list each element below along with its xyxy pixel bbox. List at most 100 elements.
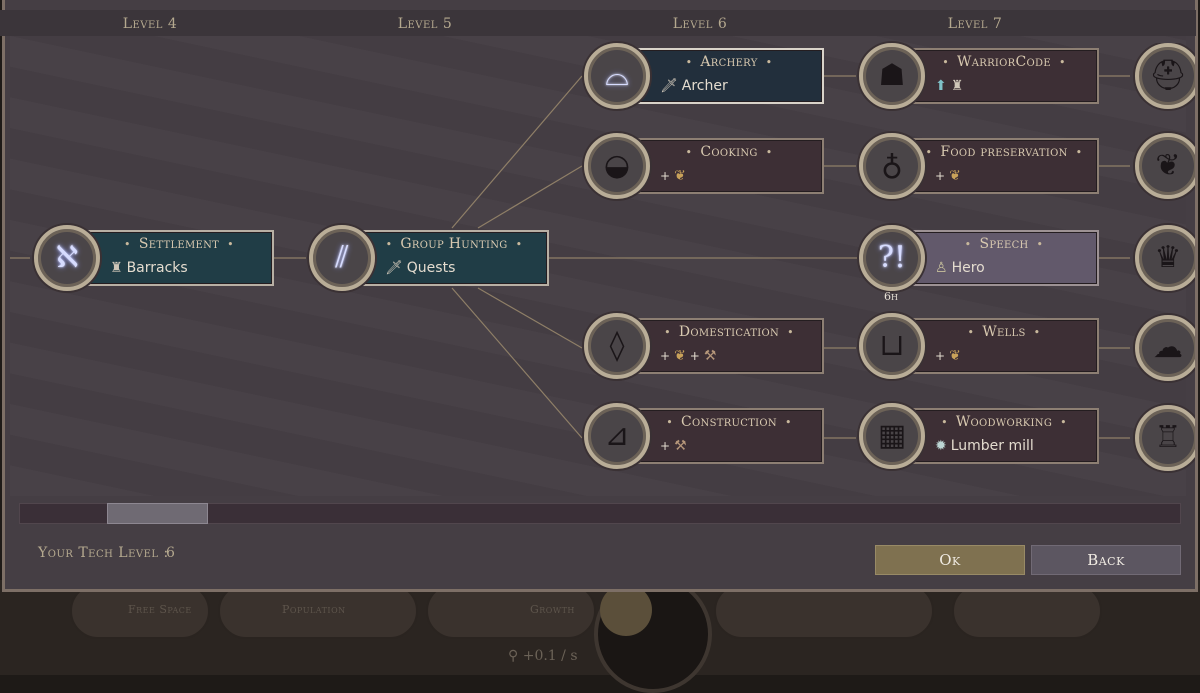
tech-node-badge: ♁ (859, 133, 925, 199)
tech-reward-label: Lumber mill (950, 438, 1034, 454)
tech-title: WarriorCode (915, 54, 1093, 70)
tech-node-archery[interactable]: ⌓ Archery 🗡Archer (584, 43, 824, 109)
tech-reward: ⬆ ♜ (935, 78, 963, 94)
tech-reward: + ⚒ (660, 438, 687, 454)
hud-growth-label: Growth (530, 603, 575, 616)
tech-reward: ♜ Barracks (110, 260, 188, 276)
tech-node-badge: ▦ (859, 403, 925, 469)
tech-reward-label: Quests (406, 260, 456, 276)
ok-button[interactable]: Ok (875, 545, 1025, 575)
tech-reward-label: Archer (681, 78, 728, 94)
tech-node-cooking[interactable]: ◒ Cooking +❦ (584, 133, 824, 199)
amphora-icon: ♁ (881, 148, 903, 183)
tech-title: Group Hunting (365, 236, 543, 252)
upgrade-arrow-icon: ⬆ (935, 78, 947, 94)
sword-icon: 🗡 (385, 260, 403, 276)
tech-node-food-preservation[interactable]: ♁ Food preservation +❦ (859, 133, 1099, 199)
tech-node-settlement[interactable]: ℵ Settlement ♜Barracks (34, 225, 274, 291)
tools-icon: ⚒ (674, 438, 687, 454)
animal-icon: ◊ (609, 328, 625, 363)
tools-icon: ⚒ (703, 348, 717, 364)
grain-icon: ❦ (949, 168, 961, 184)
speech-icon: ?! (877, 240, 907, 275)
tech-reward-plus: + (935, 349, 946, 363)
tech-node-badge: ℵ (34, 225, 100, 291)
well-icon: ⊔ (879, 328, 905, 363)
tech-title: Wells (915, 324, 1093, 340)
tech-node-badge: ?! (859, 225, 925, 291)
level-4-label: Level 4 (122, 16, 178, 32)
tech-title: Cooking (640, 144, 818, 160)
tech-node-badge: ⌓ (584, 43, 650, 109)
tech-node-construction[interactable]: ⊿ Construction +⚒ (584, 403, 824, 469)
grain-icon: ❦ (674, 348, 686, 364)
gear-icon: ✹ (935, 438, 947, 454)
tech-reward-plus: + (660, 169, 671, 183)
horizontal-scrollbar-thumb[interactable] (107, 503, 208, 524)
tech-title: Archery (640, 54, 818, 70)
back-button[interactable]: Back (1031, 545, 1181, 575)
research-time-label: 6h (884, 290, 898, 303)
wheat-icon[interactable]: ❦ (1135, 133, 1195, 199)
woodworking-icon: ▦ (877, 418, 907, 453)
cloud-icon[interactable]: ☁ (1135, 315, 1195, 381)
spears-icon: ⫽ (335, 240, 349, 275)
tech-reward: + ❦ + ⚒ (660, 348, 716, 364)
tech-reward-plus: + (660, 439, 671, 453)
tech-node-badge: ⊔ (859, 313, 925, 379)
level-7-label: Level 7 (947, 16, 1003, 32)
castle-icon[interactable]: ♖ (1135, 405, 1195, 471)
tech-title: Domestication (640, 324, 818, 340)
tech-node-domestication[interactable]: ◊ Domestication +❦+⚒ (584, 313, 824, 379)
tech-title: Food preservation (915, 144, 1093, 160)
level-6-label: Level 6 (672, 16, 728, 32)
grain-icon: ❦ (949, 348, 961, 364)
tech-node-badge: ⊿ (584, 403, 650, 469)
crown-icon[interactable]: ♛ (1135, 225, 1195, 291)
tech-reward: ✹ Lumber mill (935, 438, 1034, 454)
tech-node-badge: ◊ (584, 313, 650, 379)
tech-node-badge: ◒ (584, 133, 650, 199)
tech-title: Construction (640, 414, 818, 430)
tech-reward: + ❦ (935, 168, 961, 184)
level-5-label: Level 5 (397, 16, 453, 32)
tech-reward: + ❦ (660, 168, 686, 184)
tech-level-value: 6 (166, 545, 175, 561)
hud-rate-value: +0.1 / s (522, 648, 578, 664)
hud-free-space-label: Free Space (128, 603, 192, 616)
tech-node-badge: ⫽ (309, 225, 375, 291)
tech-node-group-hunting[interactable]: ⫽ Group Hunting 🗡Quests (309, 225, 549, 291)
tech-reward: 🗡 Quests (385, 260, 455, 276)
tech-node-warrior-code[interactable]: ☗ WarriorCode ⬆♜ (859, 43, 1099, 109)
tech-level-label: Your Tech Level : (38, 545, 169, 561)
tech-node-speech[interactable]: ?! Speech ♙Hero (859, 225, 1099, 291)
pot-icon: ◒ (603, 148, 631, 183)
tech-node-badge: ☗ (859, 43, 925, 109)
tech-reward: + ❦ (935, 348, 961, 364)
hero-icon: ♙ (935, 260, 948, 276)
tower-icon: ♜ (950, 78, 964, 94)
tech-reward: 🗡 Archer (660, 78, 728, 94)
tower-icon: ♜ (110, 260, 123, 276)
tech-title: Settlement (90, 236, 268, 252)
saw-icon: ⊿ (604, 418, 630, 453)
bow-icon: ⌓ (605, 58, 629, 93)
level-8-column: ⛑ ❦ ♛ ☁ ♖ (1133, 43, 1195, 493)
tech-title: Speech (915, 236, 1093, 252)
tech-node-wells[interactable]: ⊔ Wells +❦ (859, 313, 1099, 379)
tech-reward-label: Barracks (126, 260, 188, 276)
tech-reward-plus: + (689, 349, 700, 363)
hud-rate-text: ⚲ +0.1 / s (508, 648, 578, 664)
hud-population-label: Population (282, 603, 346, 616)
helmet-icon[interactable]: ⛑ (1135, 43, 1195, 109)
tech-reward-label: Hero (951, 260, 985, 276)
crossed-tools-icon: ℵ (55, 240, 79, 275)
sword-icon: 🗡 (660, 78, 678, 94)
tech-reward-plus: + (935, 169, 946, 183)
grain-icon: ❦ (674, 168, 686, 184)
tech-node-woodworking[interactable]: ▦ Woodworking ✹Lumber mill (859, 403, 1099, 469)
warrior-head-icon: ☗ (878, 58, 906, 93)
tech-title: Woodworking (915, 414, 1093, 430)
tech-reward-plus: + (660, 349, 671, 363)
tech-reward: ♙ Hero (935, 260, 985, 276)
